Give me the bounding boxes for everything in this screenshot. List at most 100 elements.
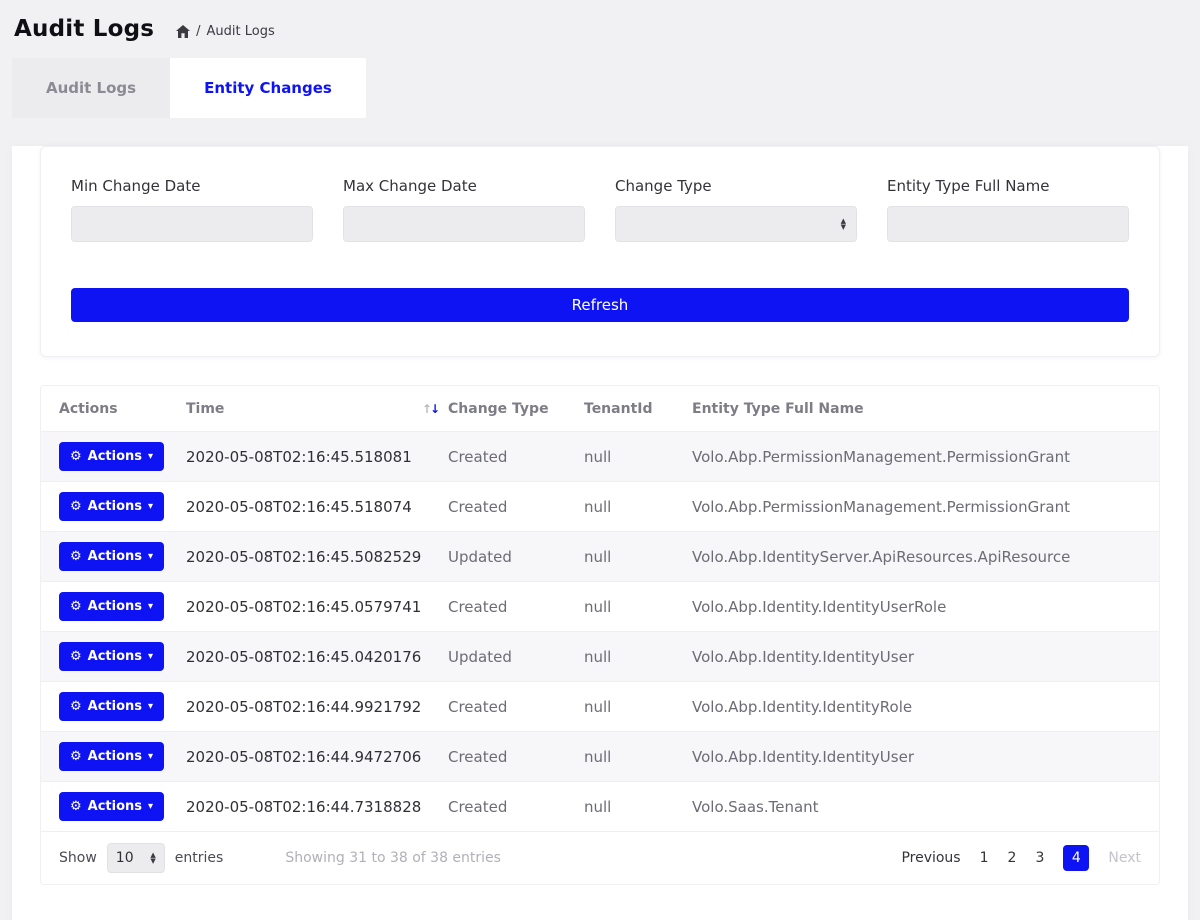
breadcrumb-separator: / (196, 24, 200, 39)
row-actions-label: Actions (88, 549, 142, 564)
tab-entity-changes[interactable]: Entity Changes (170, 58, 366, 118)
audit-logs-page: Audit Logs / Audit Logs Audit Logs Entit… (0, 0, 1200, 920)
row-actions-button[interactable]: ⚙Actions▾ (59, 492, 164, 521)
row-actions-button[interactable]: ⚙Actions▾ (59, 642, 164, 671)
cell-change-type: Created (448, 798, 584, 816)
cell-time: 2020-05-08T02:16:44.9921792 (186, 698, 448, 716)
cell-time: 2020-05-08T02:16:45.5082529 (186, 548, 448, 566)
table-row: ⚙Actions▾ 2020-05-08T02:16:45.518081 Cre… (41, 432, 1159, 482)
row-actions-button[interactable]: ⚙Actions▾ (59, 792, 164, 821)
field-max-change-date: Max Change Date (343, 177, 585, 242)
entity-type-full-name-input[interactable] (887, 206, 1129, 242)
max-change-date-input[interactable] (343, 206, 585, 242)
row-actions-button[interactable]: ⚙Actions▾ (59, 692, 164, 721)
table-row: ⚙Actions▾ 2020-05-08T02:16:44.9472706 Cr… (41, 732, 1159, 782)
caret-down-icon: ▾ (148, 802, 153, 812)
row-actions-label: Actions (88, 599, 142, 614)
gear-icon: ⚙ (70, 550, 82, 563)
row-actions-button[interactable]: ⚙Actions▾ (59, 542, 164, 571)
field-min-change-date: Min Change Date (71, 177, 313, 242)
tab-audit-logs[interactable]: Audit Logs (12, 58, 170, 118)
row-actions-label: Actions (88, 749, 142, 764)
entity-changes-table: Actions Time ↑↓ Change Type TenantId Ent… (40, 385, 1160, 885)
column-header-time[interactable]: Time ↑↓ (186, 401, 448, 417)
row-actions-button[interactable]: ⚙Actions▾ (59, 742, 164, 771)
caret-down-icon: ▾ (148, 452, 153, 462)
table-footer: Show 10 ▲▼ entries Showing 31 to 38 of 3… (41, 832, 1159, 884)
table-header-row: Actions Time ↑↓ Change Type TenantId Ent… (41, 386, 1159, 432)
column-header-actions: Actions (41, 401, 186, 417)
cell-entity-type: Volo.Abp.PermissionManagement.Permission… (692, 448, 1159, 466)
breadcrumb-current: Audit Logs (207, 24, 275, 39)
table-row: ⚙Actions▾ 2020-05-08T02:16:44.7318828 Cr… (41, 782, 1159, 832)
page-size-select[interactable]: 10 ▲▼ (107, 843, 165, 873)
change-type-label: Change Type (615, 177, 857, 195)
entries-label: entries (175, 850, 224, 866)
showing-entries-info: Showing 31 to 38 of 38 entries (285, 850, 501, 866)
cell-change-type: Created (448, 748, 584, 766)
cell-change-type: Updated (448, 648, 584, 666)
column-header-change-type: Change Type (448, 401, 584, 417)
field-change-type: Change Type ▲▼ (615, 177, 857, 242)
cell-tenant-id: null (584, 498, 692, 516)
pagination-page-2[interactable]: 2 (1008, 850, 1017, 866)
column-header-tenant-id: TenantId (584, 401, 692, 417)
sort-icon[interactable]: ↑↓ (422, 402, 438, 416)
change-type-select[interactable]: ▲▼ (615, 206, 857, 242)
caret-down-icon: ▾ (148, 602, 153, 612)
table-row: ⚙Actions▾ 2020-05-08T02:16:45.5082529 Up… (41, 532, 1159, 582)
cell-change-type: Created (448, 598, 584, 616)
cell-tenant-id: null (584, 448, 692, 466)
cell-change-type: Created (448, 698, 584, 716)
refresh-button[interactable]: Refresh (71, 288, 1129, 322)
min-change-date-input[interactable] (71, 206, 313, 242)
cell-entity-type: Volo.Abp.PermissionManagement.Permission… (692, 498, 1159, 516)
column-header-time-label: Time (186, 401, 224, 417)
table-row: ⚙Actions▾ 2020-05-08T02:16:45.518074 Cre… (41, 482, 1159, 532)
cell-change-type: Updated (448, 548, 584, 566)
table-row: ⚙Actions▾ 2020-05-08T02:16:45.0579741 Cr… (41, 582, 1159, 632)
page-header: Audit Logs / Audit Logs (0, 0, 1200, 48)
filter-grid: Min Change Date Max Change Date Change T… (71, 177, 1129, 242)
page-size-group: Show 10 ▲▼ entries (59, 843, 223, 873)
cell-change-type: Created (448, 448, 584, 466)
pagination-page-3[interactable]: 3 (1035, 850, 1044, 866)
pagination-next[interactable]: Next (1108, 850, 1141, 866)
cell-tenant-id: null (584, 748, 692, 766)
cell-time: 2020-05-08T02:16:45.0420176 (186, 648, 448, 666)
gear-icon: ⚙ (70, 650, 82, 663)
gear-icon: ⚙ (70, 800, 82, 813)
gear-icon: ⚙ (70, 600, 82, 613)
cell-tenant-id: null (584, 598, 692, 616)
row-actions-button[interactable]: ⚙Actions▾ (59, 442, 164, 471)
column-header-entity-type: Entity Type Full Name (692, 401, 1159, 417)
page-size-value: 10 (116, 850, 134, 866)
table-row: ⚙Actions▾ 2020-05-08T02:16:44.9921792 Cr… (41, 682, 1159, 732)
page-title: Audit Logs (14, 16, 154, 42)
home-icon[interactable] (176, 25, 190, 38)
cell-time: 2020-05-08T02:16:45.518074 (186, 498, 448, 516)
cell-entity-type: Volo.Abp.IdentityServer.ApiResources.Api… (692, 548, 1159, 566)
breadcrumb: / Audit Logs (176, 24, 275, 39)
row-actions-label: Actions (88, 449, 142, 464)
cell-change-type: Created (448, 498, 584, 516)
pagination-page-1[interactable]: 1 (980, 850, 989, 866)
cell-time: 2020-05-08T02:16:44.7318828 (186, 798, 448, 816)
cell-tenant-id: null (584, 548, 692, 566)
gear-icon: ⚙ (70, 750, 82, 763)
row-actions-button[interactable]: ⚙ Actions ▾ (59, 592, 164, 621)
pagination-previous[interactable]: Previous (901, 850, 960, 866)
min-change-date-label: Min Change Date (71, 177, 313, 195)
cell-tenant-id: null (584, 698, 692, 716)
gear-icon: ⚙ (70, 700, 82, 713)
max-change-date-label: Max Change Date (343, 177, 585, 195)
table-row: ⚙Actions▾ 2020-05-08T02:16:45.0420176 Up… (41, 632, 1159, 682)
cell-entity-type: Volo.Abp.Identity.IdentityUser (692, 648, 1159, 666)
pagination-page-4-active[interactable]: 4 (1063, 845, 1089, 871)
cell-time: 2020-05-08T02:16:45.518081 (186, 448, 448, 466)
tab-bar: Audit Logs Entity Changes (12, 58, 1188, 118)
select-arrows-icon: ▲▼ (150, 852, 155, 864)
row-actions-label: Actions (88, 699, 142, 714)
filter-card: Min Change Date Max Change Date Change T… (40, 146, 1160, 357)
field-entity-type-full-name: Entity Type Full Name (887, 177, 1129, 242)
